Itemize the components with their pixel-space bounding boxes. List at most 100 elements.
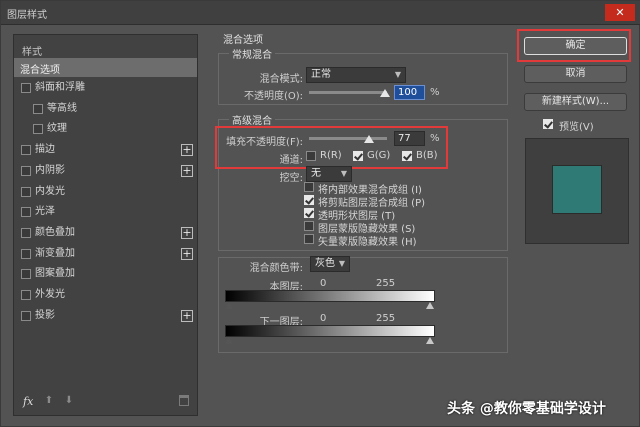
underlying-layer-white-handle[interactable] xyxy=(426,337,434,344)
chevron-down-icon: ▼ xyxy=(338,259,345,268)
blend-if-value: 灰色 xyxy=(315,258,335,269)
styles-item-label: 斜面和浮雕 xyxy=(35,82,85,93)
opacity-input[interactable]: 100 xyxy=(394,85,425,100)
styles-item-label: 内阴影 xyxy=(35,164,65,176)
preview-checkbox[interactable] xyxy=(543,119,553,129)
chevron-down-icon: ▼ xyxy=(394,70,401,79)
fill-opacity-label: 填充不透明度(F): xyxy=(226,137,303,148)
styles-item[interactable]: 斜面和浮雕 xyxy=(14,78,197,98)
styles-item-checkbox[interactable] xyxy=(21,165,31,176)
channel-checkbox[interactable] xyxy=(306,151,316,161)
fill-opacity-slider-knob[interactable] xyxy=(364,135,374,143)
add-effect-icon[interactable]: + xyxy=(181,309,193,322)
title-bar[interactable]: 图层样式 ✕ xyxy=(1,1,640,25)
this-layer-black-handle[interactable] xyxy=(225,302,233,309)
styles-item-checkbox[interactable] xyxy=(21,310,31,321)
channel-checkbox[interactable] xyxy=(402,151,412,161)
styles-item[interactable]: 投影 + xyxy=(14,306,197,326)
underlying-layer-gradient xyxy=(225,325,435,337)
fill-opacity-slider-track[interactable] xyxy=(309,137,387,140)
opacity-label: 不透明度(O): xyxy=(243,91,303,102)
advanced-option-checkbox[interactable] xyxy=(304,182,314,192)
styles-item-label: 描边 xyxy=(35,144,55,156)
styles-item-checkbox[interactable] xyxy=(21,248,31,259)
styles-item[interactable]: 渐变叠加 + xyxy=(14,244,197,264)
styles-item[interactable]: 颜色叠加 + xyxy=(14,223,197,243)
blend-if-select[interactable]: 灰色 ▼ xyxy=(310,256,350,272)
cancel-button[interactable]: 取消 xyxy=(524,65,627,83)
channel-checkbox[interactable] xyxy=(353,151,363,161)
opacity-slider-knob[interactable] xyxy=(380,89,390,97)
underlying-layer-min: 0 xyxy=(320,313,327,324)
add-effect-icon[interactable]: + xyxy=(181,164,193,177)
move-down-icon[interactable]: ⬇ xyxy=(63,395,75,407)
trash-icon[interactable] xyxy=(179,395,189,406)
advanced-option-label: 矢量蒙版隐藏效果 (H) xyxy=(318,237,417,248)
styles-item-label: 光泽 xyxy=(35,206,55,218)
styles-item-label: 图案叠加 xyxy=(35,268,75,280)
styles-item[interactable]: 光泽 xyxy=(14,202,197,222)
advanced-option-checkbox[interactable] xyxy=(304,221,314,231)
channel-label: B(B) xyxy=(416,150,438,161)
fx-icon[interactable]: fx xyxy=(23,395,33,408)
window-title: 图层样式 xyxy=(7,10,47,21)
fill-opacity-input[interactable]: 77 xyxy=(394,131,425,146)
preview-swatch xyxy=(552,165,602,214)
styles-item-checkbox[interactable] xyxy=(21,227,31,238)
styles-item-checkbox[interactable] xyxy=(21,145,31,156)
this-layer-gradient xyxy=(225,290,435,302)
blend-mode-select[interactable]: 正常 ▼ xyxy=(306,67,406,83)
styles-item[interactable]: 等高线 xyxy=(14,99,197,119)
styles-item[interactable]: 外发光 xyxy=(14,285,197,305)
styles-item-label: 颜色叠加 xyxy=(35,226,75,238)
styles-item[interactable]: 内阴影 + xyxy=(14,161,197,181)
styles-header[interactable]: 样式 xyxy=(22,43,42,58)
opacity-slider-track[interactable] xyxy=(309,91,387,94)
styles-item-checkbox[interactable] xyxy=(21,290,31,300)
this-layer-white-handle[interactable] xyxy=(426,302,434,309)
styles-item[interactable]: 描边 + xyxy=(14,140,197,160)
new-style-button[interactable]: 新建样式(W)... xyxy=(524,93,627,111)
knockout-label: 挖空: xyxy=(279,173,303,184)
styles-item-checkbox[interactable] xyxy=(33,103,43,114)
advanced-blending-title: 高级混合 xyxy=(229,112,275,127)
styles-item-label: 外发光 xyxy=(35,289,65,300)
advanced-option-checkbox[interactable] xyxy=(304,234,314,244)
add-effect-icon[interactable]: + xyxy=(181,247,193,260)
layer-style-dialog: 图层样式 ✕ 样式 混合选项 斜面和浮雕等高线纹理描边 + 内阴影 + 内发光光泽颜色叠… xyxy=(0,0,640,427)
styles-item-checkbox[interactable] xyxy=(21,207,31,218)
channel-label: R(R) xyxy=(320,150,342,161)
add-effect-icon[interactable]: + xyxy=(181,226,193,239)
preview-label: 预览(V) xyxy=(559,122,594,133)
advanced-option-checkbox[interactable] xyxy=(304,208,314,218)
styles-item-checkbox[interactable] xyxy=(21,186,31,197)
styles-item-label: 渐变叠加 xyxy=(35,247,75,259)
styles-footer: fx ⬆ ⬇ xyxy=(14,389,197,415)
styles-item-label: 等高线 xyxy=(47,102,77,114)
move-up-icon[interactable]: ⬆ xyxy=(43,395,55,407)
underlying-layer-black-handle[interactable] xyxy=(225,337,233,344)
styles-item[interactable]: 图案叠加 xyxy=(14,264,197,284)
add-effect-icon[interactable]: + xyxy=(181,144,193,157)
close-button[interactable]: ✕ xyxy=(605,4,635,21)
styles-item-checkbox[interactable] xyxy=(21,269,31,280)
styles-item-label: 内发光 xyxy=(35,185,65,197)
general-blending-title: 常规混合 xyxy=(229,46,275,61)
styles-item-label: 纹理 xyxy=(47,123,67,135)
knockout-select[interactable]: 无 ▼ xyxy=(306,166,352,182)
styles-item-checkbox[interactable] xyxy=(33,124,43,135)
styles-item-label: 混合选项 xyxy=(20,65,60,76)
blend-mode-value: 正常 xyxy=(311,69,331,80)
styles-item-checkbox[interactable] xyxy=(21,83,31,93)
advanced-option-checkbox[interactable] xyxy=(304,195,314,205)
opacity-unit: % xyxy=(430,87,440,98)
styles-list: 样式 混合选项 斜面和浮雕等高线纹理描边 + 内阴影 + 内发光光泽颜色叠加 + 渐变叠加 +… xyxy=(13,34,198,416)
styles-item[interactable]: 纹理 xyxy=(14,119,197,139)
styles-item-blending-options[interactable]: 混合选项 xyxy=(14,58,197,77)
channels-label: 通道: xyxy=(279,155,303,166)
ok-button[interactable]: 确定 xyxy=(524,37,627,55)
watermark: 头条 @教你零基础学设计 xyxy=(447,401,606,417)
fill-opacity-unit: % xyxy=(430,133,440,144)
styles-item[interactable]: 内发光 xyxy=(14,182,197,202)
knockout-value: 无 xyxy=(311,168,321,179)
